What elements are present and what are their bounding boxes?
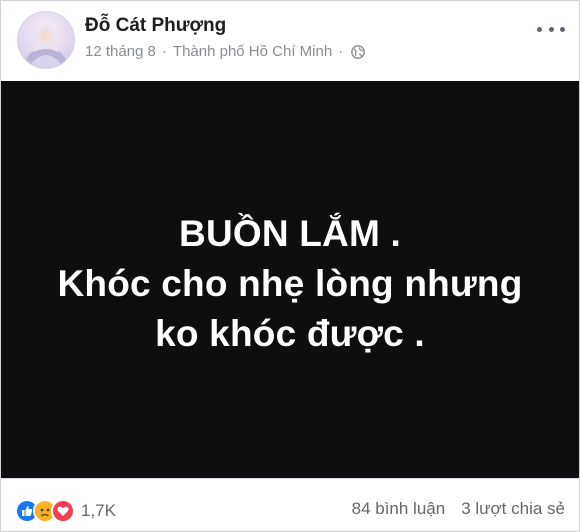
- post-footer: 1,7K 84 bình luận 3 lượt chia sẻ: [1, 478, 579, 531]
- post-location[interactable]: Thành phố Hồ Chí Minh: [173, 43, 332, 60]
- image-text-line-2: Khóc cho nhẹ lòng nhưng: [57, 262, 523, 304]
- reactions-summary[interactable]: 1,7K: [15, 499, 116, 523]
- shares-count-link[interactable]: 3 lượt chia sẻ: [461, 499, 565, 519]
- post-image-text: BUỒN LẮM . Khóc cho nhẹ lòng nhưng ko kh…: [57, 209, 522, 359]
- more-dot: [560, 26, 565, 32]
- image-text-line-3: ko khóc được .: [155, 312, 425, 354]
- meta-separator: ·: [161, 43, 167, 60]
- more-dot: [548, 26, 554, 32]
- globe-icon[interactable]: [351, 44, 366, 59]
- image-text-line-1: BUỒN LẮM .: [179, 212, 401, 254]
- post-stats: 84 bình luận 3 lượt chia sẻ: [352, 499, 565, 519]
- meta-separator-2: ·: [338, 43, 344, 60]
- avatar-image: [26, 25, 66, 68]
- author-avatar[interactable]: [17, 11, 75, 69]
- post-date[interactable]: 12 tháng 8: [85, 43, 156, 60]
- facebook-post: Đỗ Cát Phượng 12 tháng 8 · Thành phố Hồ …: [0, 0, 580, 532]
- love-icon: [51, 499, 75, 523]
- post-text-image[interactable]: BUỒN LẮM . Khóc cho nhẹ lòng nhưng ko kh…: [1, 81, 579, 478]
- author-name[interactable]: Đỗ Cát Phượng: [85, 15, 226, 37]
- reactions-count: 1,7K: [81, 501, 116, 520]
- comments-count-link[interactable]: 84 bình luận: [352, 499, 446, 519]
- more-dot: [537, 26, 542, 32]
- post-meta: 12 tháng 8 · Thành phố Hồ Chí Minh ·: [85, 43, 366, 60]
- post-header: Đỗ Cát Phượng 12 tháng 8 · Thành phố Hồ …: [1, 1, 579, 79]
- more-options-icon[interactable]: [537, 21, 565, 37]
